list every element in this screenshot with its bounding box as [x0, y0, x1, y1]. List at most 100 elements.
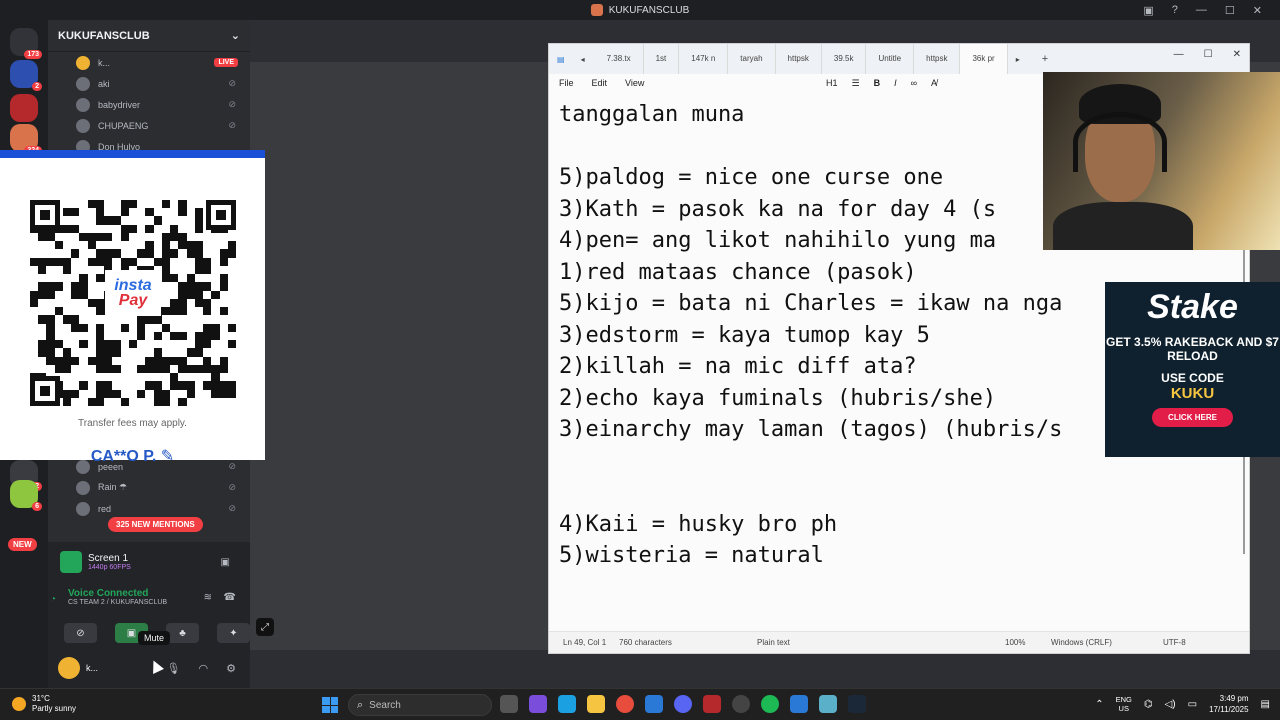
- notepad-maximize-button[interactable]: ☐: [1204, 49, 1213, 60]
- language-indicator[interactable]: ENG US: [1116, 695, 1132, 713]
- activities-button[interactable]: ♣: [166, 623, 199, 643]
- italic-icon[interactable]: I: [894, 78, 897, 88]
- avatar: [76, 97, 90, 112]
- qr-finder: [30, 200, 60, 230]
- start-button[interactable]: [322, 697, 338, 713]
- notepad-close-button[interactable]: ✕: [1233, 49, 1241, 60]
- guild-header[interactable]: KUKUFANSCLUB ⌄: [48, 20, 250, 52]
- notepad-tab[interactable]: taryah: [728, 44, 776, 74]
- system-tray: ⌃ ENG US ⌬ ◁) ▭ 3:49 pm 17/11/2025 ▤: [1095, 693, 1270, 715]
- new-tab-icon[interactable]: +: [1042, 53, 1048, 65]
- network-icon[interactable]: ⌬: [1144, 699, 1153, 710]
- account-name-text: CA**O P.: [90, 448, 157, 465]
- menu-file[interactable]: File: [559, 78, 574, 88]
- voice-user[interactable]: aki ⊘: [48, 73, 250, 94]
- notepad-text-area[interactable]: tanggalan muna 5)paldog = nice one curse …: [559, 99, 1062, 572]
- notepad-window-controls: — ☐ ✕: [1174, 44, 1241, 64]
- direct-messages-icon[interactable]: 173: [10, 28, 42, 59]
- discord-icon[interactable]: [674, 695, 692, 713]
- fee-note: Transfer fees may apply.: [78, 418, 187, 429]
- tab-scroll-left-icon[interactable]: ◂: [581, 55, 585, 64]
- settings-gear-icon[interactable]: ⚙: [226, 662, 236, 675]
- menu-view[interactable]: View: [625, 78, 644, 88]
- notepad-tab[interactable]: httpsk: [776, 44, 822, 74]
- app-icon[interactable]: [819, 695, 837, 713]
- menu-edit[interactable]: Edit: [592, 78, 608, 88]
- noise-suppression-icon[interactable]: ≋: [204, 592, 212, 603]
- tray-overflow-icon[interactable]: ⌃: [1095, 699, 1103, 710]
- steam-icon[interactable]: [848, 695, 866, 713]
- notepad-tab[interactable]: 147k n: [679, 44, 729, 74]
- taskbar-search[interactable]: ⌕ Search: [348, 694, 492, 716]
- voice-user[interactable]: Rain ☂ ⊘: [48, 477, 250, 498]
- clock-date: 17/11/2025: [1209, 705, 1249, 714]
- stake-cta-button: CLICK HERE: [1152, 408, 1233, 427]
- maximize-button[interactable]: ☐: [1225, 4, 1235, 17]
- user-avatar[interactable]: [58, 657, 80, 679]
- weather-widget[interactable]: 31°C Partly sunny: [12, 694, 76, 714]
- heading-dropdown[interactable]: H1: [826, 78, 838, 88]
- app-icon[interactable]: [703, 695, 721, 713]
- volume-icon[interactable]: ◁): [1165, 699, 1176, 710]
- clock-time: 3:49 pm: [1219, 694, 1249, 703]
- new-unreads-pill[interactable]: NEW: [8, 538, 37, 551]
- battery-icon[interactable]: ▭: [1188, 699, 1197, 710]
- app-titlebar: KUKUFANSCLUB ▣ ? — ☐ ✕: [0, 0, 1280, 20]
- notifications-icon[interactable]: ▤: [1261, 699, 1270, 710]
- copilot-icon[interactable]: [529, 695, 547, 713]
- notepad-tab[interactable]: 7.38.tx: [595, 44, 644, 74]
- camera-button[interactable]: ⊘: [64, 623, 97, 643]
- voice-user[interactable]: k... LIVE: [48, 52, 250, 73]
- user-name[interactable]: k...: [86, 663, 98, 673]
- notepad-tab[interactable]: 39.5k: [822, 44, 867, 74]
- microphone-icon[interactable]: 🎙: [167, 662, 181, 675]
- bold-icon[interactable]: B: [874, 78, 881, 88]
- notepad-tab[interactable]: 1st: [644, 44, 680, 74]
- minimize-button[interactable]: —: [1196, 4, 1207, 16]
- help-icon[interactable]: ?: [1172, 4, 1178, 16]
- screen-share-panel: Screen 1 1440p 60FPS ▣: [48, 542, 250, 582]
- chevron-down-icon: ⌄: [230, 30, 240, 42]
- link-icon[interactable]: ∞: [911, 78, 917, 88]
- notepad-tab-active[interactable]: 36k pr: [960, 44, 1008, 74]
- voice-user[interactable]: babydriver ⊘: [48, 94, 250, 115]
- server-icon[interactable]: 6: [10, 480, 42, 511]
- notepad-tab[interactable]: httpsk: [914, 44, 961, 74]
- soundboard-button[interactable]: ✦: [217, 623, 250, 643]
- clear-format-icon[interactable]: A̸: [931, 78, 937, 88]
- server-icon[interactable]: [10, 94, 38, 122]
- disconnect-icon[interactable]: ☎: [224, 592, 236, 603]
- inbox-icon[interactable]: ▣: [1143, 4, 1153, 17]
- stop-stream-icon[interactable]: ▣: [221, 557, 230, 568]
- voice-user[interactable]: red ⊘: [48, 498, 250, 519]
- obs-icon[interactable]: [732, 695, 750, 713]
- windows-taskbar: 31°C Partly sunny ⌕ Search ⌃ ENG US ⌬ ◁)…: [0, 688, 1280, 720]
- instapay-logo: insta Pay: [105, 270, 161, 316]
- notepad-tab[interactable]: Untitle: [866, 44, 915, 74]
- headphones-icon[interactable]: ◠: [199, 662, 209, 675]
- task-view-icon[interactable]: [500, 695, 518, 713]
- notepad-minimize-button[interactable]: —: [1174, 49, 1184, 60]
- new-mentions-pill[interactable]: 325 NEW MENTIONS: [108, 517, 203, 532]
- spotify-icon[interactable]: [761, 695, 779, 713]
- search-icon: ⌕: [357, 698, 364, 711]
- list-icon[interactable]: ☰: [852, 78, 860, 89]
- chrome-icon[interactable]: [616, 695, 634, 713]
- server-icon-active[interactable]: 324: [10, 124, 42, 155]
- edge-icon[interactable]: [558, 695, 576, 713]
- instapay-logo-bottom: Pay: [118, 292, 148, 309]
- close-button[interactable]: ✕: [1253, 4, 1262, 17]
- notepad-icon[interactable]: [790, 695, 808, 713]
- tab-scroll-right-icon[interactable]: ▸: [1016, 55, 1020, 64]
- file-explorer-icon[interactable]: [587, 695, 605, 713]
- mail-icon[interactable]: [645, 695, 663, 713]
- voice-user-name: Rain ☂: [98, 482, 128, 492]
- voice-user[interactable]: CHUPAENG ⊘: [48, 115, 250, 136]
- stake-code: KUKU: [1170, 385, 1215, 402]
- notepad-line: 3)Kath = pasok ka na for day 4 (s: [559, 196, 997, 222]
- server-icon[interactable]: 2: [10, 60, 42, 91]
- notepad-line: 5)paldog = nice one curse one: [559, 165, 944, 190]
- server-badge: 2: [32, 82, 42, 91]
- popout-icon[interactable]: ⤢: [256, 618, 274, 636]
- taskbar-clock[interactable]: 3:49 pm 17/11/2025: [1209, 693, 1248, 715]
